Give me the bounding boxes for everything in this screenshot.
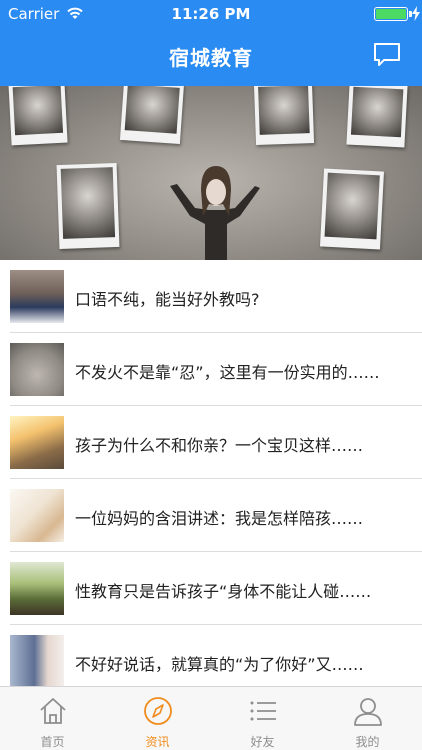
banner-photo	[320, 168, 384, 250]
article-thumbnail	[10, 635, 64, 688]
person-icon	[354, 698, 382, 726]
tab-label: 我的	[355, 735, 380, 749]
article-title: 口语不纯，能当好外教吗?	[75, 290, 260, 309]
nav-bar: 宿城教育	[0, 28, 422, 86]
tab-home[interactable]: 首页	[0, 687, 105, 750]
article-thumbnail	[10, 416, 64, 469]
article-thumbnail	[10, 489, 64, 542]
tab-label: 好友	[250, 735, 275, 749]
banner-photo	[119, 86, 185, 145]
status-bar: Carrier 11:26 PM	[0, 0, 422, 28]
compass-icon	[144, 697, 172, 725]
banner-photo	[8, 86, 68, 146]
list-item[interactable]: 一位妈妈的含泪讲述：我是怎样陪孩……	[0, 479, 422, 552]
article-title: 不发火不是靠“忍”，这里有一份实用的……	[75, 363, 380, 382]
list-item[interactable]: 孩子为什么不和你亲？一个宝贝这样……	[0, 406, 422, 479]
article-title: 性教育只是告诉孩子“身体不能让人碰……	[75, 582, 372, 601]
tab-label: 首页	[40, 735, 65, 749]
article-title: 一位妈妈的含泪讲述：我是怎样陪孩……	[75, 509, 364, 528]
list-item[interactable]: 口语不纯，能当好外教吗?	[0, 260, 422, 333]
article-title: 不好好说话，就算真的“为了你好”又……	[75, 655, 364, 674]
banner-photo	[253, 86, 315, 145]
list-item[interactable]: 不发火不是靠“忍”，这里有一份实用的……	[0, 333, 422, 406]
banner-photo	[56, 162, 120, 250]
banner-photo	[346, 86, 408, 148]
banner-carousel[interactable]	[0, 86, 422, 260]
list-icon	[250, 701, 276, 721]
page-title: 宿城教育	[169, 46, 253, 70]
tab-friends[interactable]: 好友	[210, 687, 315, 750]
tab-news[interactable]: 资讯	[105, 687, 210, 750]
tab-label: 资讯	[145, 735, 170, 749]
article-thumbnail	[10, 343, 64, 396]
status-time: 11:26 PM	[171, 5, 251, 23]
article-thumbnail	[10, 270, 64, 323]
battery-icon	[374, 7, 408, 21]
list-item[interactable]: 性教育只是告诉孩子“身体不能让人碰……	[0, 552, 422, 625]
article-thumbnail	[10, 562, 64, 615]
list-item[interactable]: 不好好说话，就算真的“为了你好”又……	[0, 625, 422, 688]
charging-icon	[412, 6, 420, 21]
tab-mine[interactable]: 我的	[315, 687, 420, 750]
banner-figure	[170, 166, 260, 260]
tab-bar: 首页 资讯 好友 我的	[0, 686, 422, 750]
article-title: 孩子为什么不和你亲？一个宝贝这样……	[75, 436, 364, 455]
home-icon	[40, 698, 66, 724]
message-icon[interactable]	[372, 41, 402, 69]
